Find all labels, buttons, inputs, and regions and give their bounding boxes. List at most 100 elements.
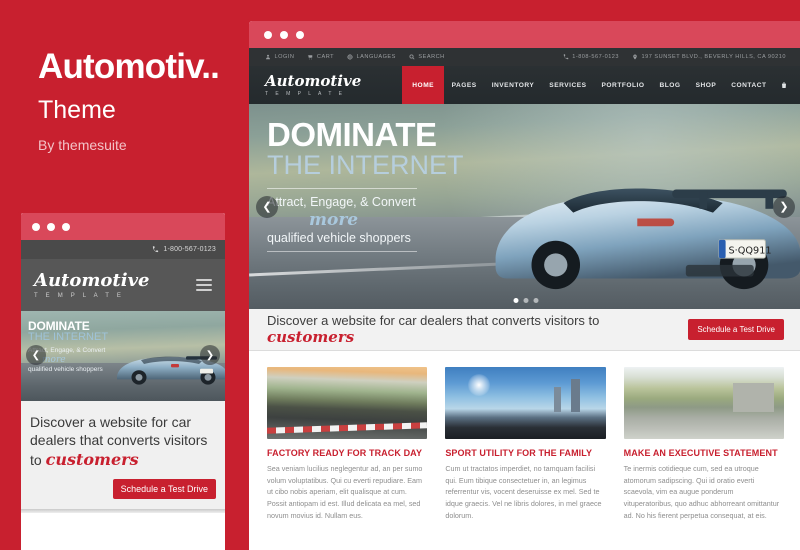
mobile-slider-prev-icon[interactable]: ❮ (26, 345, 46, 365)
window-dot-icon (296, 30, 304, 39)
window-dot-icon (47, 222, 55, 231)
cart-icon (308, 55, 313, 60)
callout-main-text: Discover a website for car dealers that … (267, 313, 600, 328)
window-dot-icon (62, 222, 70, 231)
card-body: Sea veniam lucilius neglegentur ad, an p… (267, 464, 423, 520)
mobile-slider-next-icon[interactable]: ❯ (200, 345, 220, 365)
feature-card[interactable]: FACTORY READY FOR TRACK DAY Sea veniam l… (267, 367, 428, 521)
mobile-hero-line5: qualified vehicle shoppers (28, 366, 103, 373)
utility-label-login: LOGIN (274, 54, 295, 60)
nav-item-pages[interactable]: PAGES (444, 66, 484, 104)
utility-item-phone[interactable]: 1-808-567-0123 (563, 54, 619, 60)
utility-item-languages[interactable]: LANGUAGES (347, 54, 396, 60)
user-icon (266, 54, 270, 60)
utility-right-group: 1-808-567-0123 197 SUNSET BLVD., BEVERLY… (563, 54, 786, 60)
hero-headline: DOMINATE (267, 116, 437, 153)
page-title: Automotiv.. (38, 47, 220, 86)
slider-dot-icon[interactable] (533, 298, 538, 303)
callout-bar: Discover a website for car dealers that … (249, 309, 800, 351)
nav-item-blog[interactable]: BLOG (652, 66, 688, 104)
map-pin-icon (633, 54, 637, 60)
search-icon (409, 54, 415, 60)
mobile-logo[interactable]: Automotive T E M P L A T E (34, 269, 150, 299)
nav-item-contact[interactable]: CONTACT (724, 66, 774, 104)
promo-subtitle: Theme (38, 96, 116, 124)
mobile-callout-text: Discover a website for car dealers that … (30, 414, 216, 470)
slider-pagination[interactable] (513, 298, 538, 303)
mobile-hero-slider: DOMINATE THE INTERNET Attract, Engage, &… (21, 311, 225, 401)
window-dot-icon (264, 30, 272, 39)
card-title[interactable]: SPORT UTILITY FOR THE FAMILY (445, 448, 605, 458)
hamburger-menu-icon[interactable] (196, 278, 212, 292)
phone-icon (563, 54, 568, 60)
feature-cards: FACTORY READY FOR TRACK DAY Sea veniam l… (249, 351, 800, 522)
utility-item-address[interactable]: 197 SUNSET BLVD., BEVERLY HILLS, CA 9021… (632, 54, 786, 60)
utility-item-login[interactable]: LOGIN (265, 54, 294, 60)
shopping-bag-icon (782, 82, 786, 88)
hero-divider (267, 188, 417, 190)
feature-card[interactable]: MAKE AN EXECUTIVE STATEMENT Te inermis c… (623, 367, 784, 521)
mobile-schedule-test-drive-button[interactable]: Schedule a Test Drive (112, 479, 216, 500)
mobile-phone-number[interactable]: 1-800-567-0123 (163, 246, 216, 253)
mobile-logo-subtext: T E M P L A T E (34, 292, 125, 299)
site-logo[interactable]: Automotive T E M P L A T E (249, 66, 361, 104)
svg-text:S·QQ911: S·QQ911 (729, 245, 772, 256)
mobile-topbar: 1-800-567-0123 (21, 240, 225, 259)
nav-item-portfolio[interactable]: PORTFOLIO (594, 66, 652, 104)
utility-label-search: SEARCH (418, 54, 445, 60)
callout-text: Discover a website for car dealers that … (267, 313, 688, 346)
hero-text-block: DOMINATE THE INTERNET Attract, Engage, &… (267, 116, 464, 253)
hero-tagline-1: Attract, Engage, & Convert (267, 195, 416, 210)
nav-item-inventory[interactable]: INVENTORY (484, 66, 542, 104)
utility-label-languages: LANGUAGES (356, 54, 396, 60)
content-fade (249, 521, 800, 536)
feature-card[interactable]: SPORT UTILITY FOR THE FAMILY Cum ut trac… (445, 367, 606, 521)
hero-subheadline: THE INTERNET (267, 150, 464, 180)
card-image-sport-utility (445, 367, 606, 439)
mobile-callout: Discover a website for car dealers that … (21, 401, 225, 510)
nav-item-shop[interactable]: SHOP (688, 66, 724, 104)
nav-cart-button[interactable] (774, 66, 800, 104)
mobile-preview-frame: 1-800-567-0123 Automotive T E M P L A T … (18, 210, 228, 550)
screenshot-stage: Automotiv.. Theme By themesuite 1-800-56… (0, 0, 800, 550)
card-title[interactable]: MAKE AN EXECUTIVE STATEMENT (624, 448, 784, 458)
slider-prev-icon[interactable]: ❮ (256, 195, 278, 218)
card-body: Cum ut tractatos imperdiet, no tamquam f… (445, 464, 602, 520)
window-dot-icon (280, 30, 288, 39)
slider-dot-icon[interactable] (513, 298, 518, 303)
globe-icon (347, 54, 353, 60)
mobile-header: Automotive T E M P L A T E (21, 259, 225, 311)
hero-slider: S·QQ911 DOMINATE THE INTERNET Attract, E… (249, 104, 800, 309)
nav-item-services[interactable]: SERVICES (542, 66, 594, 104)
card-title[interactable]: FACTORY READY FOR TRACK DAY (267, 448, 427, 458)
card-body: Te inermis cotidieque cum, sed ea utroqu… (623, 464, 780, 520)
utility-item-cart[interactable]: CART (307, 54, 334, 60)
schedule-test-drive-button[interactable]: Schedule a Test Drive (688, 319, 784, 340)
hero-tagline-emphasis: more (309, 210, 359, 231)
desktop-preview-window: LOGIN CART LANGUAGES SEARCH 1-808-567-01… (246, 18, 800, 550)
site-utility-bar: LOGIN CART LANGUAGES SEARCH 1-808-567-01… (249, 48, 800, 66)
card-image-track-day (267, 367, 428, 439)
hero-divider-bottom (267, 251, 417, 253)
mobile-hero-line2: THE INTERNET (28, 331, 109, 343)
phone-icon (153, 246, 159, 253)
site-logo-text: Automotive (265, 71, 362, 90)
mobile-content-placeholder (21, 513, 225, 550)
utility-item-search[interactable]: SEARCH (409, 54, 445, 60)
browser-titlebar (249, 21, 800, 48)
hero-tagline-2: qualified vehicle shoppers (267, 231, 411, 246)
card-image-executive (623, 367, 784, 439)
window-dot-icon (32, 222, 40, 231)
promo-author: By themesuite (38, 137, 127, 153)
mobile-window-titlebar (21, 213, 225, 240)
callout-highlight: customers (267, 328, 355, 346)
slider-next-icon[interactable]: ❯ (773, 195, 795, 218)
slider-dot-icon[interactable] (523, 298, 528, 303)
site-navbar: Automotive T E M P L A T E HOME PAGES IN… (249, 66, 800, 104)
mobile-callout-highlight: customers (45, 449, 139, 469)
nav-item-home[interactable]: HOME (402, 66, 445, 104)
utility-left-group: LOGIN CART LANGUAGES SEARCH (265, 54, 445, 60)
main-menu: HOME PAGES INVENTORY SERVICES PORTFOLIO … (402, 66, 800, 104)
utility-label-address: 197 SUNSET BLVD., BEVERLY HILLS, CA 9021… (641, 54, 786, 60)
mobile-logo-text: Automotive (34, 269, 150, 291)
